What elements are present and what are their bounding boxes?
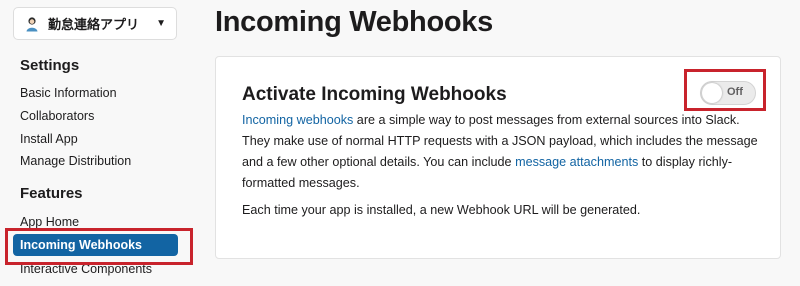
sidebar-item-app-home[interactable]: App Home <box>20 215 79 229</box>
sidebar-item-manage-distribution[interactable]: Manage Distribution <box>20 154 131 168</box>
section-heading-features: Features <box>20 185 83 202</box>
chevron-down-icon: ▼ <box>156 18 166 29</box>
webhooks-card: Activate Incoming Webhooks Off Incoming … <box>215 56 781 259</box>
app-name: 勤怠連絡アプリ <box>48 17 140 32</box>
sidebar-item-interactive-components[interactable]: Interactive Components <box>20 262 152 276</box>
app-avatar-icon <box>26 16 38 31</box>
description: Incoming webhooks are a simple way to po… <box>242 110 762 194</box>
sidebar-item-collaborators[interactable]: Collaborators <box>20 109 94 123</box>
toggle-knob <box>702 83 722 103</box>
webhook-url-note: Each time your app is installed, a new W… <box>242 203 641 217</box>
message-attachments-link[interactable]: message attachments <box>515 155 638 169</box>
toggle-label: Off <box>727 86 743 98</box>
sidebar: 勤怠連絡アプリ ▼ Settings Basic Information Col… <box>0 0 200 286</box>
sidebar-item-basic-information[interactable]: Basic Information <box>20 86 117 100</box>
section-heading-settings: Settings <box>20 57 80 74</box>
app-selector[interactable]: 勤怠連絡アプリ ▼ <box>13 7 177 40</box>
sidebar-item-incoming-webhooks[interactable]: Incoming Webhooks <box>13 234 178 256</box>
activate-webhooks-toggle[interactable]: Off <box>700 81 756 105</box>
sidebar-item-install-app[interactable]: Install App <box>20 132 78 146</box>
incoming-webhooks-link[interactable]: Incoming webhooks <box>242 113 353 127</box>
card-title: Activate Incoming Webhooks <box>242 84 507 105</box>
page-title: Incoming Webhooks <box>215 6 493 38</box>
